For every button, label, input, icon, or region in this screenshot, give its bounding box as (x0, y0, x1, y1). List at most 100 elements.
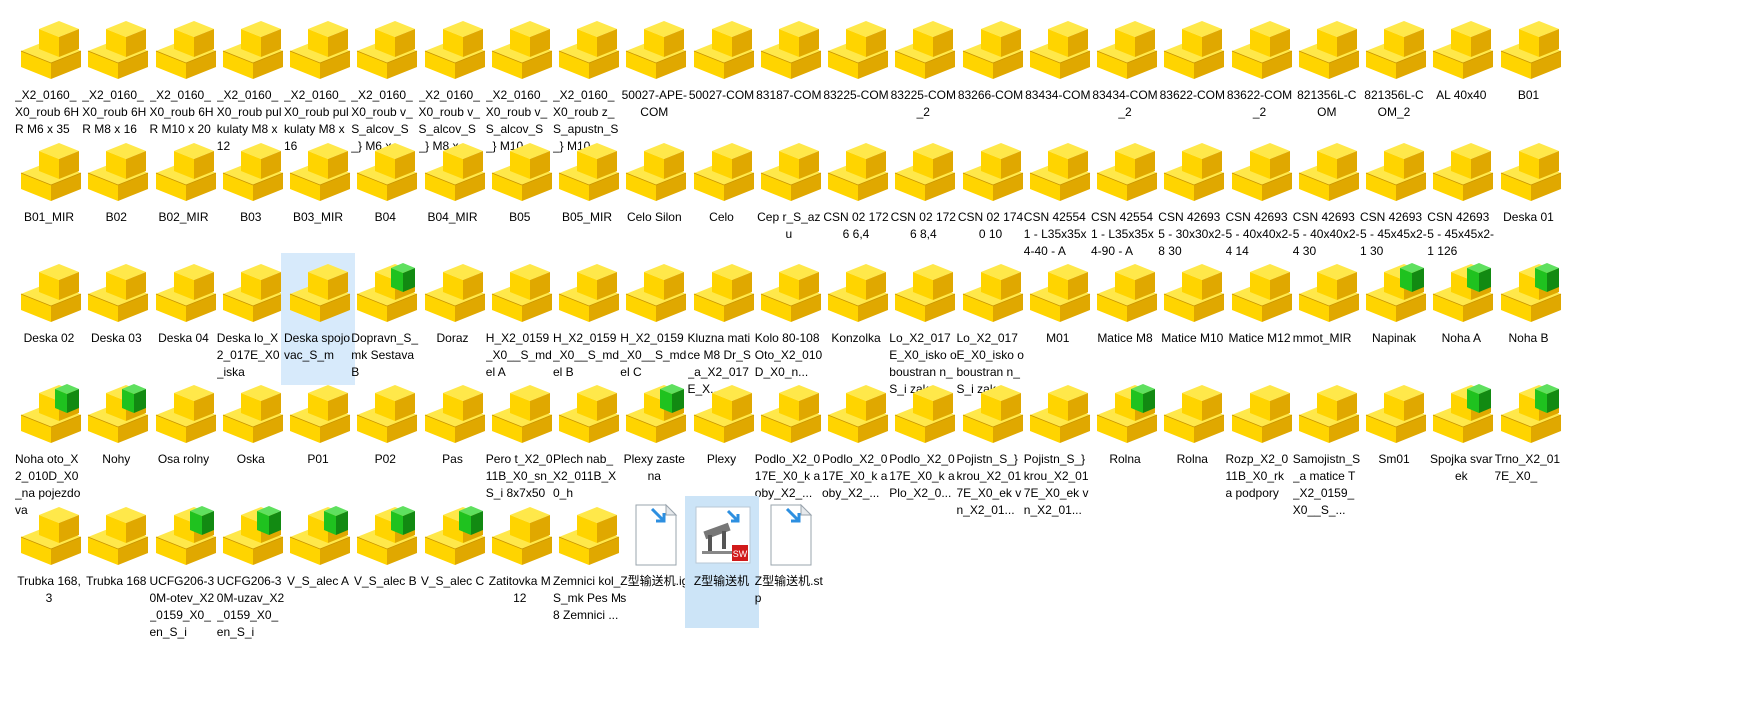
file-item[interactable]: Sm01 (1357, 374, 1431, 506)
file-item[interactable]: 50027-APE-COM (617, 10, 691, 142)
file-item[interactable]: Osa rolny (147, 374, 221, 506)
file-item[interactable]: CSN 426935 - 40x40x2-4 14 (1223, 132, 1297, 264)
file-item[interactable]: _X2_0160_X0_roub v_S_alcov_S_} M8 x... (416, 10, 490, 153)
file-item[interactable]: Napinak (1357, 253, 1431, 385)
file-item[interactable]: Deska spojovac_S_m (281, 253, 355, 385)
file-item[interactable]: Doraz (416, 253, 490, 385)
file-item[interactable]: 83266-COM (954, 10, 1028, 142)
file-item[interactable]: CSN 426935 - 45x45x2-1 30 (1357, 132, 1431, 264)
file-item[interactable]: _X2_0160_X0_roub pulkulaty M8 x 16 (281, 10, 355, 153)
file-item[interactable]: CSN 425541 - L35x35x4-90 - A (1088, 132, 1162, 264)
file-item[interactable]: 83434-COM_2 (1088, 10, 1162, 142)
file-item[interactable]: Plexy (685, 374, 759, 506)
file-item[interactable]: AL 40x40 (1424, 10, 1498, 142)
file-item[interactable]: B01_MIR (12, 132, 86, 264)
file-item[interactable]: Deska 03 (79, 253, 153, 385)
file-item[interactable]: Pas (416, 374, 490, 506)
file-item[interactable]: P02 (348, 374, 422, 506)
file-item[interactable]: _X2_0160_X0_roub z_S_apustn_S_} M10... (550, 10, 624, 153)
file-item[interactable]: _X2_0160_X0_roub 6HR M10 x 20 (147, 10, 221, 142)
file-item[interactable]: V_S_alec B (348, 496, 422, 628)
file-item[interactable]: Deska 01 (1492, 132, 1566, 264)
file-item[interactable]: Kolo 80-108 Oto_X2_010D_X0_n... (752, 253, 826, 385)
file-item[interactable]: P01 (281, 374, 355, 506)
file-item[interactable]: Kluzna matice M8 Dr_S_a_X2_017E_X... (685, 253, 759, 396)
file-item[interactable]: M01 (1021, 253, 1095, 385)
file-item[interactable]: Noha B (1492, 253, 1566, 385)
file-item[interactable]: mmot_MIR (1290, 253, 1364, 385)
file-item[interactable]: 50027-COM (685, 10, 759, 142)
file-item[interactable]: Pero t_X2_011B_X0_sn_S_i 8x7x50 (483, 374, 557, 506)
file-item[interactable]: Oska (214, 374, 288, 506)
file-item[interactable]: _X2_0160_X0_roub v_S_alcov_S_} M6 x... (348, 10, 422, 153)
file-item[interactable]: _X2_0160_X0_roub 6HR M8 x 16 (79, 10, 153, 142)
file-item[interactable]: Podlo_X2_017E_X0_k a Plo_X2_0... (886, 374, 960, 506)
file-item[interactable]: Celo (685, 132, 759, 264)
file-item[interactable]: Dopravn_S_mk Sestava B (348, 253, 422, 385)
file-item[interactable]: B05 (483, 132, 557, 264)
file-item[interactable]: _X2_0160_X0_roub 6HR M6 x 35 (12, 10, 86, 142)
file-item[interactable]: UCFG206-30M-uzav_X2_0159_X0_en_S_i (214, 496, 288, 639)
file-item[interactable]: 83434-COM (1021, 10, 1095, 142)
file-item[interactable]: CSN 425541 - L35x35x4-40 - A (1021, 132, 1095, 264)
file-item[interactable]: Podlo_X2_017E_X0_k a oby_X2_... (819, 374, 893, 506)
file-item[interactable]: B02 (79, 132, 153, 264)
file-item[interactable]: Noha oto_X2_010D_X0_na pojezdova (12, 374, 86, 517)
file-item[interactable]: Spojka svarek (1424, 374, 1498, 506)
file-item[interactable]: Rolna (1088, 374, 1162, 506)
file-item[interactable]: Zatitovka M12 (483, 496, 557, 628)
file-item[interactable]: Celo Silon (617, 132, 691, 264)
file-item[interactable]: H_X2_0159_X0__S_mdel B (550, 253, 624, 385)
file-item[interactable]: Podlo_X2_017E_X0_k a oby_X2_... (752, 374, 826, 506)
file-item[interactable]: Deska 02 (12, 253, 86, 385)
file-item[interactable]: Zemnici kol_S_mk Pes M8 Zemnici ... (550, 496, 624, 628)
file-item[interactable]: Samojistn_S_a matice T_X2_0159_X0__S_... (1290, 374, 1364, 517)
file-item[interactable]: B05_MIR (550, 132, 624, 264)
file-item[interactable]: Pojistn_S_} krou_X2_017E_X0_ek vn_X2_01.… (1021, 374, 1095, 517)
file-item[interactable]: Cep r_S_azu (752, 132, 826, 264)
file-item[interactable]: H_X2_0159_X0__S_mdel C (617, 253, 691, 385)
file-item[interactable]: Z型输送机.igs (617, 496, 691, 628)
file-item[interactable]: B03 (214, 132, 288, 264)
file-item[interactable]: Plech nab_X2_011B_X0_h (550, 374, 624, 506)
file-item[interactable]: Z型输送机.stp (752, 496, 826, 628)
file-item[interactable]: Trubka 168 (79, 496, 153, 628)
file-item[interactable]: B01 (1492, 10, 1566, 142)
file-item[interactable]: CSN 02 1726 8,4 (886, 132, 960, 264)
file-item[interactable]: _X2_0160_X0_roub v_S_alcov_S_} M10 ... (483, 10, 557, 153)
file-item[interactable]: 83225-COM_2 (886, 10, 960, 142)
file-item[interactable]: Lo_X2_017E_X0_isko oboustran n_S_i zak..… (954, 253, 1028, 396)
file-item[interactable]: Deska 04 (147, 253, 221, 385)
file-item[interactable]: CSN 426935 - 40x40x2-4 30 (1290, 132, 1364, 264)
file-item[interactable]: _X2_0160_X0_roub pulkulaty M8 x 12 (214, 10, 288, 153)
file-item[interactable]: 821356L-COM (1290, 10, 1364, 142)
file-item[interactable]: H_X2_0159_X0__S_mdel A (483, 253, 557, 385)
file-item[interactable]: Konzolka (819, 253, 893, 385)
file-item[interactable]: Matice M12 (1223, 253, 1297, 385)
file-item[interactable]: 821356L-COM_2 (1357, 10, 1431, 142)
file-item[interactable]: V_S_alec C (416, 496, 490, 628)
file-item[interactable]: 83225-COM (819, 10, 893, 142)
file-item[interactable]: Trubka 168,3 (12, 496, 86, 628)
file-item[interactable]: CSN 426935 - 45x45x2-1 126 (1424, 132, 1498, 264)
file-item[interactable]: Noha A (1424, 253, 1498, 385)
file-item[interactable]: 83622-COM (1155, 10, 1229, 142)
file-item[interactable]: Deska lo_X2_017E_X0_iska (214, 253, 288, 385)
file-item[interactable]: B02_MIR (147, 132, 221, 264)
file-item[interactable]: Matice M8 (1088, 253, 1162, 385)
file-item[interactable]: Nohy (79, 374, 153, 506)
file-item[interactable]: Matice M10 (1155, 253, 1229, 385)
file-item[interactable]: B04 (348, 132, 422, 264)
file-item[interactable]: Plexy zastena (617, 374, 691, 506)
file-item[interactable]: B03_MIR (281, 132, 355, 264)
file-item[interactable]: 83622-COM_2 (1223, 10, 1297, 142)
file-item[interactable]: Lo_X2_017E_X0_isko oboustran n_S_i zak..… (886, 253, 960, 396)
file-item[interactable]: Rozp_X2_011B_X0_rk a podpory (1223, 374, 1297, 506)
file-item[interactable]: Trno_X2_017E_X0_ (1492, 374, 1566, 506)
file-item[interactable]: UCFG206-30M-otev_X2_0159_X0_en_S_i (147, 496, 221, 639)
file-item[interactable]: SW Z型输送机 (684, 496, 759, 628)
file-item[interactable]: Rolna (1155, 374, 1229, 506)
file-item[interactable]: CSN 02 1740 10 (954, 132, 1028, 264)
file-item[interactable]: CSN 426935 - 30x30x2-8 30 (1155, 132, 1229, 264)
file-item[interactable]: Pojistn_S_} krou_X2_017E_X0_ek vn_X2_01.… (954, 374, 1028, 517)
